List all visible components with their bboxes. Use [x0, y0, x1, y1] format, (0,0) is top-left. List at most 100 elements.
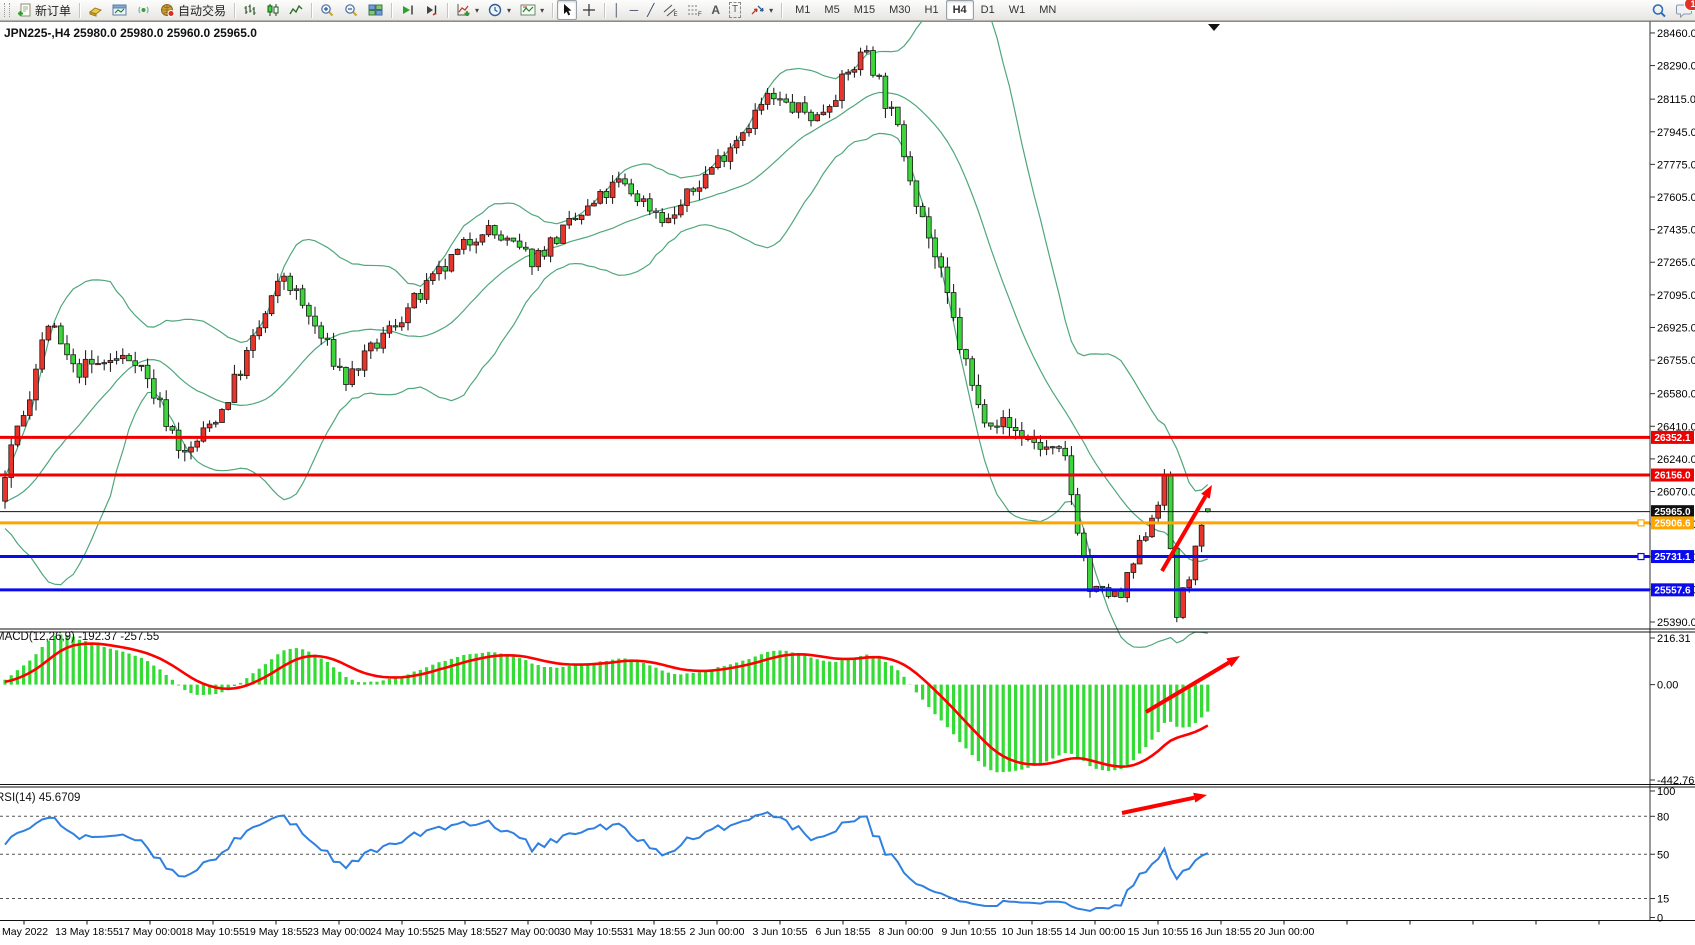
svg-text:10 Jun 18:55: 10 Jun 18:55: [1002, 926, 1063, 938]
svg-text:25906.6: 25906.6: [1654, 518, 1691, 529]
timeframe-button-m30[interactable]: M30: [882, 0, 917, 20]
svg-text:3 Jun 10:55: 3 Jun 10:55: [753, 926, 808, 938]
svg-text:25557.6: 25557.6: [1654, 585, 1691, 596]
svg-text:28115.0: 28115.0: [1657, 94, 1695, 106]
svg-text:30 May 10:55: 30 May 10:55: [559, 926, 623, 938]
macd-indicator-label: MACD(12,26,9) -192.37 -257.55: [0, 631, 159, 643]
crosshair-icon: [582, 3, 596, 17]
svg-text:24 May 10:55: 24 May 10:55: [370, 926, 434, 938]
notification-badge: 1: [1684, 0, 1695, 11]
svg-text:6 Jun 18:55: 6 Jun 18:55: [816, 926, 871, 938]
line-chart-button[interactable]: [285, 0, 307, 20]
svg-text:14 Jun 00:00: 14 Jun 00:00: [1065, 926, 1126, 938]
bars-chart-button[interactable]: [239, 0, 261, 20]
svg-text:16 Jun 18:55: 16 Jun 18:55: [1191, 926, 1252, 938]
indicators-button[interactable]: ▾: [452, 0, 483, 20]
timeframe-button-h1[interactable]: H1: [918, 0, 946, 20]
toolbar-grip[interactable]: [4, 3, 10, 17]
timeframe-button-mn[interactable]: MN: [1032, 0, 1063, 20]
svg-text:26070.0: 26070.0: [1657, 487, 1695, 499]
timeframe-button-m1[interactable]: M1: [788, 0, 817, 20]
timeframe-button-m15[interactable]: M15: [847, 0, 882, 20]
candles-chart-button[interactable]: [262, 0, 284, 20]
cursor-icon: [561, 3, 573, 17]
separator: [391, 3, 392, 18]
trendline-icon: ╱: [647, 3, 654, 17]
svg-text:26240.0: 26240.0: [1657, 454, 1695, 466]
clock-icon: [488, 3, 503, 17]
chart-window: 新订单: [0, 0, 1695, 945]
svg-text:26925.0: 26925.0: [1657, 322, 1695, 334]
indicators-icon: [456, 3, 471, 17]
separator: [79, 3, 80, 18]
svg-text:18 May 10:55: 18 May 10:55: [181, 926, 245, 938]
fibonacci-button[interactable]: F: [683, 0, 706, 20]
crosshair-button[interactable]: [578, 0, 600, 20]
arrows-button[interactable]: ▾: [746, 0, 777, 20]
zoom-in-button[interactable]: [316, 0, 339, 20]
vertical-line-button[interactable]: │: [609, 0, 625, 20]
svg-text:May 2022: May 2022: [2, 926, 48, 938]
autotrade-icon: [160, 3, 175, 17]
svg-text:2 Jun 00:00: 2 Jun 00:00: [690, 926, 745, 938]
autotrade-button[interactable]: 自动交易: [156, 0, 230, 20]
svg-text:100: 100: [1657, 786, 1675, 798]
separator: [311, 3, 312, 18]
timeframe-button-w1[interactable]: W1: [1002, 0, 1033, 20]
svg-text:28460.0: 28460.0: [1657, 28, 1695, 40]
timeframe-button-m5[interactable]: M5: [817, 0, 846, 20]
toolbox-button[interactable]: [84, 0, 107, 20]
separator: [234, 3, 235, 18]
candles-chart-icon: [266, 3, 280, 17]
timeframe-button-d1[interactable]: D1: [974, 0, 1002, 20]
trendline-button[interactable]: ╱: [643, 0, 658, 20]
tile-windows-button[interactable]: [364, 0, 387, 20]
search-button[interactable]: [1647, 0, 1671, 20]
svg-text:19 May 18:55: 19 May 18:55: [244, 926, 308, 938]
templates-button[interactable]: ▾: [516, 0, 548, 20]
signals-button[interactable]: [132, 0, 155, 20]
horizontal-line-button[interactable]: ─: [626, 0, 643, 20]
text-icon: A: [711, 3, 720, 17]
zoom-out-icon: [344, 3, 359, 17]
dropdown-caret: ▾: [507, 6, 511, 15]
svg-text:80: 80: [1657, 811, 1669, 823]
chart-window-icon: [112, 3, 127, 17]
svg-text:25731.1: 25731.1: [1654, 552, 1691, 563]
channel-button[interactable]: E: [659, 0, 682, 20]
svg-text:26352.1: 26352.1: [1654, 433, 1691, 444]
autotrade-label: 自动交易: [178, 2, 226, 19]
svg-text:27775.0: 27775.0: [1657, 159, 1695, 171]
chat-button[interactable]: 1: [1672, 0, 1695, 20]
tile-windows-icon: [368, 3, 383, 17]
svg-text:0.00: 0.00: [1657, 680, 1678, 692]
chart-shift-button[interactable]: [420, 0, 443, 20]
svg-text:50: 50: [1657, 849, 1669, 861]
zoom-out-button[interactable]: [340, 0, 363, 20]
new-order-button[interactable]: 新订单: [13, 0, 75, 20]
search-icon: [1651, 3, 1667, 18]
svg-text:23 May 00:00: 23 May 00:00: [307, 926, 371, 938]
cursor-button[interactable]: [557, 0, 577, 20]
autoscroll-icon: [400, 3, 415, 17]
chart-window-button[interactable]: [108, 0, 131, 20]
svg-text:26580.0: 26580.0: [1657, 389, 1695, 401]
svg-text:9 Jun 10:55: 9 Jun 10:55: [942, 926, 997, 938]
timeframe-button-h4[interactable]: H4: [946, 0, 974, 20]
periods-button[interactable]: ▾: [484, 0, 515, 20]
text-label-button[interactable]: T: [725, 0, 745, 20]
chart-canvas[interactable]: 28460.028290.028115.027945.027775.027605…: [0, 0, 1695, 945]
svg-text:26755.0: 26755.0: [1657, 355, 1695, 367]
dropdown-caret: ▾: [540, 6, 544, 15]
bollinger-bands: [5, 0, 1208, 647]
chart-shift-icon: [424, 3, 439, 17]
separator: [604, 3, 605, 18]
text-button[interactable]: A: [707, 0, 724, 20]
horizontal-line-objects[interactable]: [0, 437, 1650, 589]
price-tags: 26352.126156.025965.025906.625731.125557…: [1208, 24, 1694, 596]
signals-icon: [136, 3, 151, 17]
svg-text:E: E: [674, 12, 678, 17]
timeframe-group: M1M5M15M30H1H4D1W1MN: [788, 0, 1063, 20]
dropdown-caret: ▾: [769, 6, 773, 15]
autoscroll-button[interactable]: [396, 0, 419, 20]
